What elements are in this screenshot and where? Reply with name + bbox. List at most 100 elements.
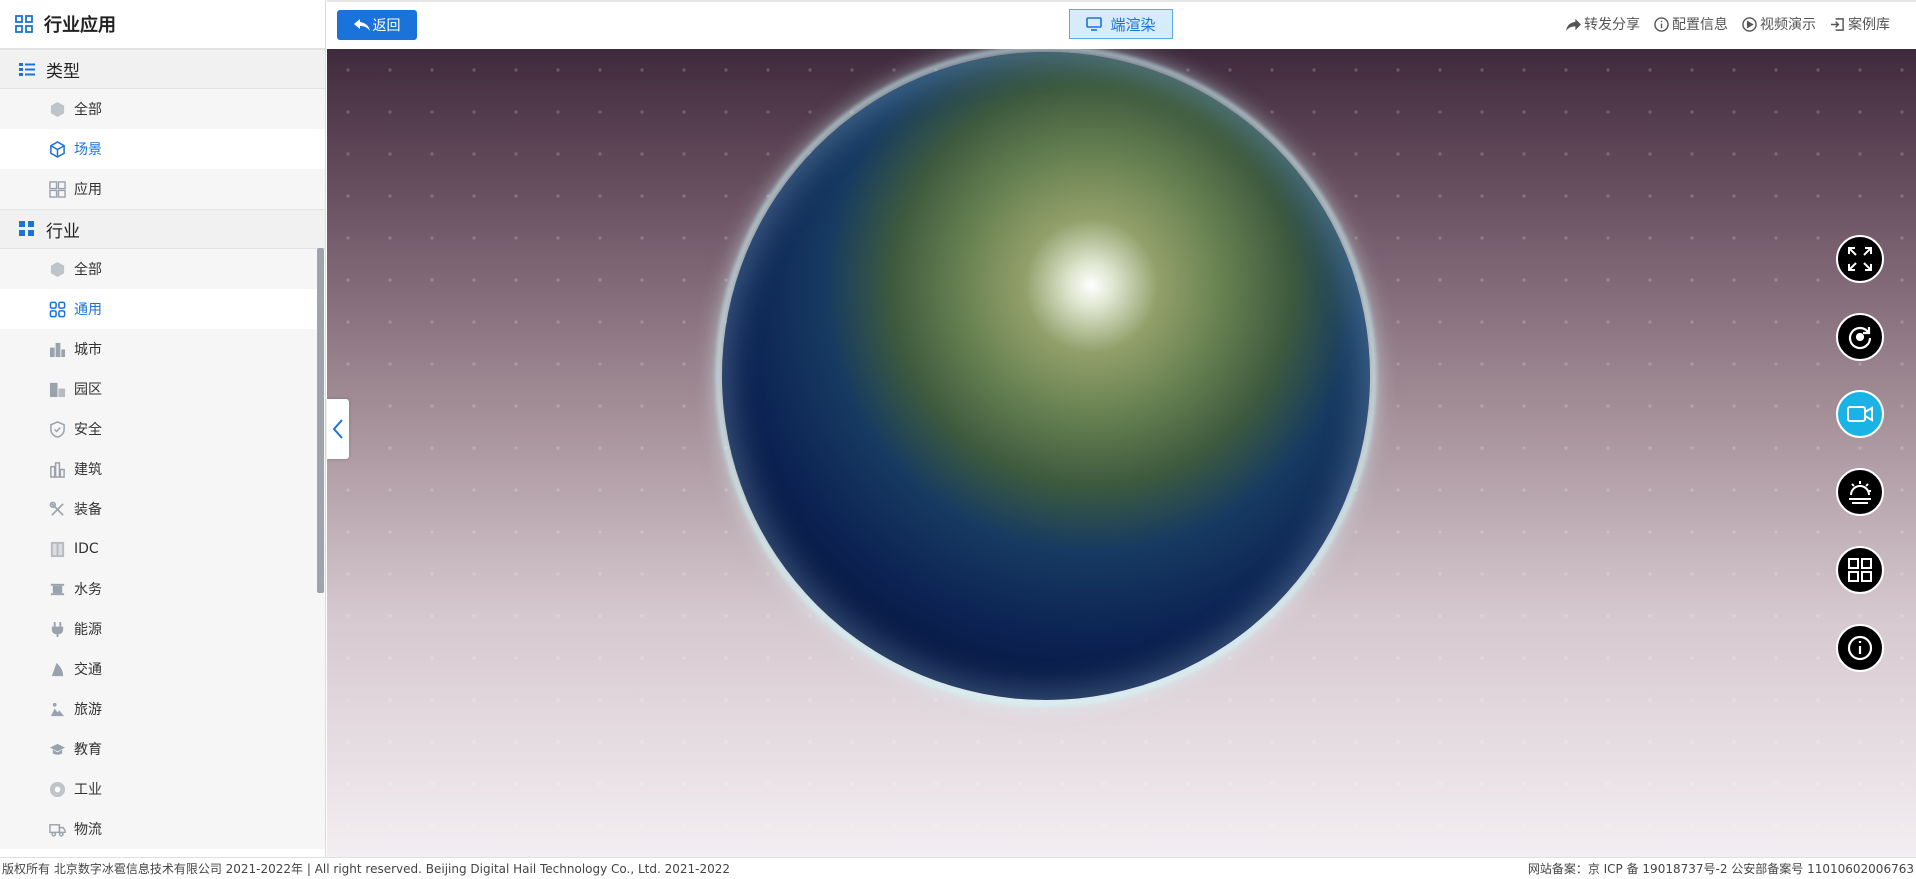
list-icon bbox=[19, 63, 35, 76]
sidebar-item-label: 场景 bbox=[74, 142, 102, 158]
sidebar-scrollbar[interactable] bbox=[317, 248, 324, 593]
sidebar-item-travel[interactable]: 旅游 bbox=[0, 689, 325, 729]
sidebar-item-type-scene[interactable]: 场景 bbox=[0, 129, 325, 169]
sidebar-item-label: 旅游 bbox=[74, 702, 102, 718]
share-link-label: 转发分享 bbox=[1584, 17, 1640, 33]
enter-icon bbox=[1830, 17, 1844, 31]
info-button[interactable] bbox=[1836, 624, 1884, 672]
sidebar-item-logistics[interactable]: 物流 bbox=[0, 809, 325, 849]
sidebar-item-idc[interactable]: IDC bbox=[0, 529, 325, 569]
layout-grid-icon bbox=[1848, 558, 1872, 582]
top-links: 转发分享 配置信息 视频演示 案例库 bbox=[1552, 14, 1890, 34]
sidebar-title: 行业应用 bbox=[0, 0, 325, 49]
footer-icp[interactable]: 网站备案：京 ICP 备 19018737号-2 公安部备案号 11010602… bbox=[1528, 860, 1914, 877]
rotate-icon bbox=[1848, 326, 1872, 350]
sidebar-item-label: 全部 bbox=[74, 102, 102, 118]
sidebar-item-label: 城市 bbox=[74, 342, 102, 358]
server-icon bbox=[50, 541, 65, 557]
sidebar-collapse-toggle[interactable] bbox=[327, 399, 349, 459]
reply-arrow-icon bbox=[353, 19, 370, 31]
sidebar-item-industry-all[interactable]: 全部 bbox=[0, 249, 325, 289]
play-icon bbox=[1742, 16, 1757, 32]
sidebar-group-industry[interactable]: 行业 bbox=[0, 209, 325, 249]
monitor-icon bbox=[1086, 17, 1103, 31]
sidebar-item-label: IDC bbox=[74, 541, 99, 557]
render-mode-button[interactable]: 端渲染 bbox=[1069, 9, 1173, 39]
sidebar-item-industry[interactable]: 工业 bbox=[0, 769, 325, 809]
cube-outline-icon bbox=[50, 101, 65, 117]
sidebar-item-label: 园区 bbox=[74, 382, 102, 398]
chevron-left-icon bbox=[332, 419, 343, 439]
sidebar-item-energy[interactable]: 能源 bbox=[0, 609, 325, 649]
sidebar-item-label: 交通 bbox=[74, 662, 102, 678]
sidebar-item-building[interactable]: 建筑 bbox=[0, 449, 325, 489]
video-camera-icon bbox=[1847, 406, 1873, 422]
earth-globe[interactable] bbox=[722, 52, 1370, 700]
sidebar-title-text: 行业应用 bbox=[44, 15, 116, 36]
rotate-button[interactable] bbox=[1836, 313, 1884, 361]
fullscreen-button[interactable] bbox=[1836, 235, 1884, 283]
sidebar-group-label: 类型 bbox=[46, 61, 80, 82]
four-squares-icon bbox=[19, 221, 34, 236]
four-squares-icon bbox=[49, 301, 66, 317]
video-demo-label: 视频演示 bbox=[1760, 17, 1816, 33]
sidebar-item-label: 工业 bbox=[74, 782, 102, 798]
graduation-icon bbox=[49, 743, 66, 755]
city-icon bbox=[49, 342, 66, 357]
config-info-link[interactable]: 配置信息 bbox=[1654, 14, 1728, 34]
sidebar-item-label: 能源 bbox=[74, 622, 102, 638]
layout-grid-button[interactable] bbox=[1836, 546, 1884, 594]
apps-grid-icon bbox=[15, 15, 33, 33]
info-circle-icon bbox=[1847, 635, 1873, 661]
sidebar-item-label: 建筑 bbox=[74, 462, 102, 478]
share-icon bbox=[1566, 18, 1581, 31]
footer: 版权所有 北京数字冰雹信息技术有限公司 2021-2022年 | All rig… bbox=[0, 857, 1916, 879]
fullscreen-icon bbox=[1848, 247, 1872, 271]
video-camera-button[interactable] bbox=[1836, 390, 1884, 438]
sidebar: 行业应用 类型 全部 场景 应用 行业 全部 通用 城市 园区 安全 建筑 装备… bbox=[0, 0, 326, 857]
info-icon bbox=[1654, 16, 1669, 32]
sidebar-item-equipment[interactable]: 装备 bbox=[0, 489, 325, 529]
globe-scene[interactable] bbox=[327, 49, 1916, 857]
sidebar-item-education[interactable]: 教育 bbox=[0, 729, 325, 769]
traffic-icon bbox=[51, 662, 64, 676]
sidebar-item-security[interactable]: 安全 bbox=[0, 409, 325, 449]
case-library-link[interactable]: 案例库 bbox=[1830, 14, 1890, 34]
sidebar-item-label: 装备 bbox=[74, 502, 102, 518]
sidebar-item-traffic[interactable]: 交通 bbox=[0, 649, 325, 689]
sidebar-item-label: 教育 bbox=[74, 742, 102, 758]
sidebar-item-label: 全部 bbox=[74, 262, 102, 278]
cube-icon bbox=[50, 140, 65, 158]
grid-apps-icon bbox=[49, 180, 66, 198]
share-link[interactable]: 转发分享 bbox=[1566, 14, 1640, 34]
case-library-label: 案例库 bbox=[1848, 17, 1890, 33]
sidebar-item-city[interactable]: 城市 bbox=[0, 329, 325, 369]
truck-icon bbox=[49, 823, 66, 837]
sidebar-item-type-app[interactable]: 应用 bbox=[0, 169, 325, 209]
sidebar-item-label: 应用 bbox=[74, 182, 102, 198]
back-button[interactable]: 返回 bbox=[337, 10, 417, 40]
sidebar-item-label: 通用 bbox=[74, 302, 102, 318]
sidebar-item-type-all[interactable]: 全部 bbox=[0, 89, 325, 129]
video-demo-link[interactable]: 视频演示 bbox=[1742, 14, 1816, 34]
building-icon bbox=[50, 461, 65, 478]
water-icon bbox=[50, 583, 65, 595]
sidebar-item-water[interactable]: 水务 bbox=[0, 569, 325, 609]
sidebar-item-label: 安全 bbox=[74, 422, 102, 438]
shield-icon bbox=[50, 420, 65, 438]
travel-icon bbox=[50, 702, 65, 716]
sidebar-item-park[interactable]: 园区 bbox=[0, 369, 325, 409]
weather-icon bbox=[1849, 481, 1871, 504]
sidebar-group-label: 行业 bbox=[46, 221, 80, 242]
sidebar-group-type[interactable]: 类型 bbox=[0, 49, 325, 89]
plug-icon bbox=[51, 621, 64, 637]
industry-icon bbox=[49, 781, 66, 797]
tools-icon bbox=[49, 501, 64, 516]
sidebar-item-label: 水务 bbox=[74, 582, 102, 598]
cube-outline-icon bbox=[50, 261, 65, 277]
sidebar-item-general[interactable]: 通用 bbox=[0, 289, 325, 329]
park-icon bbox=[49, 382, 66, 397]
back-button-label: 返回 bbox=[372, 18, 401, 34]
weather-button[interactable] bbox=[1836, 468, 1884, 516]
top-bar: 返回 端渲染 转发分享 配置信息 视频演示 案例库 bbox=[327, 0, 1916, 49]
